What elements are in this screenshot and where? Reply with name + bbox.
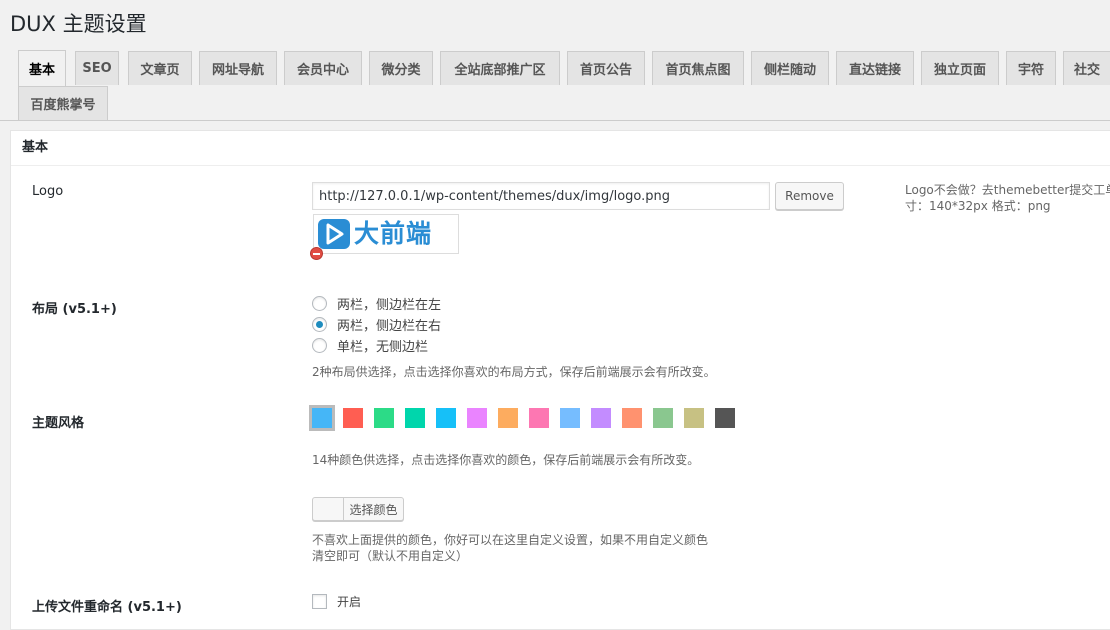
radio-label: 两栏，侧边栏在左 — [337, 297, 442, 313]
logo-preview-text: 大前端 — [354, 219, 433, 248]
color-swatches — [309, 405, 746, 431]
tab-yufu[interactable]: 宇符 — [1006, 51, 1056, 85]
color-swatch[interactable] — [498, 408, 518, 428]
upload-rename-checkbox[interactable] — [312, 594, 327, 609]
custom-color-desc-line2: 清空即可（默认不用自定义） — [312, 549, 469, 563]
logo-description: Logo不会做？去themebetter提交工单 寸：140*32px 格式：p… — [905, 182, 1110, 214]
logo-play-icon — [318, 219, 350, 249]
tab-standalone-pages[interactable]: 独立页面 — [921, 51, 999, 85]
radio-label: 单栏，无侧边栏 — [337, 339, 429, 355]
color-swatch[interactable] — [529, 408, 549, 428]
color-swatch[interactable] — [684, 408, 704, 428]
section-title: 基本 — [11, 131, 1110, 166]
tab-url-nav[interactable]: 网址导航 — [199, 51, 277, 85]
logo-desc-line1: Logo不会做？去themebetter提交工单 — [905, 183, 1110, 197]
color-swatch[interactable] — [405, 408, 425, 428]
tab-sidebar-follow[interactable]: 侧栏随动 — [751, 51, 829, 85]
color-swatch[interactable] — [467, 408, 487, 428]
tab-social[interactable]: 社交 — [1063, 51, 1110, 85]
tab-member-center[interactable]: 会员中心 — [284, 51, 362, 85]
radio-button[interactable] — [312, 295, 327, 311]
settings-tabs: 基本 SEO 文章页 网址导航 会员中心 微分类 全站底部推广区 首页公告 首页… — [0, 48, 1110, 121]
tab-baidu-xiongzhang[interactable]: 百度熊掌号 — [18, 86, 108, 120]
tab-article[interactable]: 文章页 — [128, 51, 192, 85]
color-swatch[interactable] — [715, 408, 735, 428]
color-swatch[interactable] — [436, 408, 456, 428]
theme-style-description: 14种颜色供选择，点击选择你喜欢的颜色，保存后前端展示会有所改变。 — [312, 453, 700, 467]
layout-option-right-sidebar[interactable]: 两栏，侧边栏在右 — [312, 315, 442, 334]
remove-button[interactable]: Remove — [775, 182, 844, 210]
settings-panel: 基本 Logo Remove 大前端 Logo不会做？去themebetter提… — [10, 130, 1110, 630]
layout-description: 2种布局供选择，点击选择你喜欢的布局方式，保存后前端展示会有所改变。 — [312, 365, 716, 379]
color-picker-button[interactable]: 选择颜色 — [312, 497, 404, 521]
upload-rename-option[interactable]: 开启 — [312, 593, 361, 610]
color-swatch[interactable] — [560, 408, 580, 428]
logo-desc-line2: 寸：140*32px 格式：png — [905, 199, 1051, 213]
logo-label: Logo — [32, 184, 64, 199]
color-preview — [313, 498, 344, 520]
tab-home-notice[interactable]: 首页公告 — [567, 51, 645, 85]
tab-micro-category[interactable]: 微分类 — [369, 51, 433, 85]
tab-basic[interactable]: 基本 — [18, 50, 66, 86]
radio-button[interactable] — [312, 337, 327, 353]
custom-color-description: 不喜欢上面提供的颜色，你好可以在这里自定义设置，如果不用自定义颜色 清空即可（默… — [312, 532, 708, 564]
layout-option-single-column[interactable]: 单栏，无侧边栏 — [312, 336, 429, 355]
upload-rename-checkbox-label: 开启 — [337, 595, 362, 609]
color-swatch[interactable] — [374, 408, 394, 428]
color-swatch[interactable] — [343, 408, 363, 428]
color-swatch[interactable] — [591, 408, 611, 428]
page-title: DUX 主题设置 — [10, 12, 147, 36]
tab-direct-links[interactable]: 直达链接 — [836, 51, 914, 85]
remove-image-icon[interactable] — [310, 247, 323, 260]
color-picker-label: 选择颜色 — [349, 502, 398, 517]
tab-home-focus[interactable]: 首页焦点图 — [652, 51, 744, 85]
color-swatch[interactable] — [653, 408, 673, 428]
tab-seo[interactable]: SEO — [75, 51, 119, 85]
radio-button-checked[interactable] — [312, 316, 327, 332]
theme-style-label: 主题风格 — [32, 416, 85, 431]
color-swatch[interactable] — [622, 408, 642, 428]
tab-footer-promo[interactable]: 全站底部推广区 — [440, 51, 560, 85]
layout-label: 布局 (v5.1+) — [32, 302, 117, 317]
upload-rename-label: 上传文件重命名 (v5.1+) — [32, 600, 182, 615]
logo-preview: 大前端 — [313, 214, 459, 254]
layout-option-left-sidebar[interactable]: 两栏，侧边栏在左 — [312, 294, 442, 313]
logo-url-input[interactable] — [312, 182, 770, 210]
custom-color-desc-line1: 不喜欢上面提供的颜色，你好可以在这里自定义设置，如果不用自定义颜色 — [312, 533, 709, 547]
color-swatch[interactable] — [309, 405, 335, 431]
radio-label: 两栏，侧边栏在右 — [337, 318, 442, 334]
